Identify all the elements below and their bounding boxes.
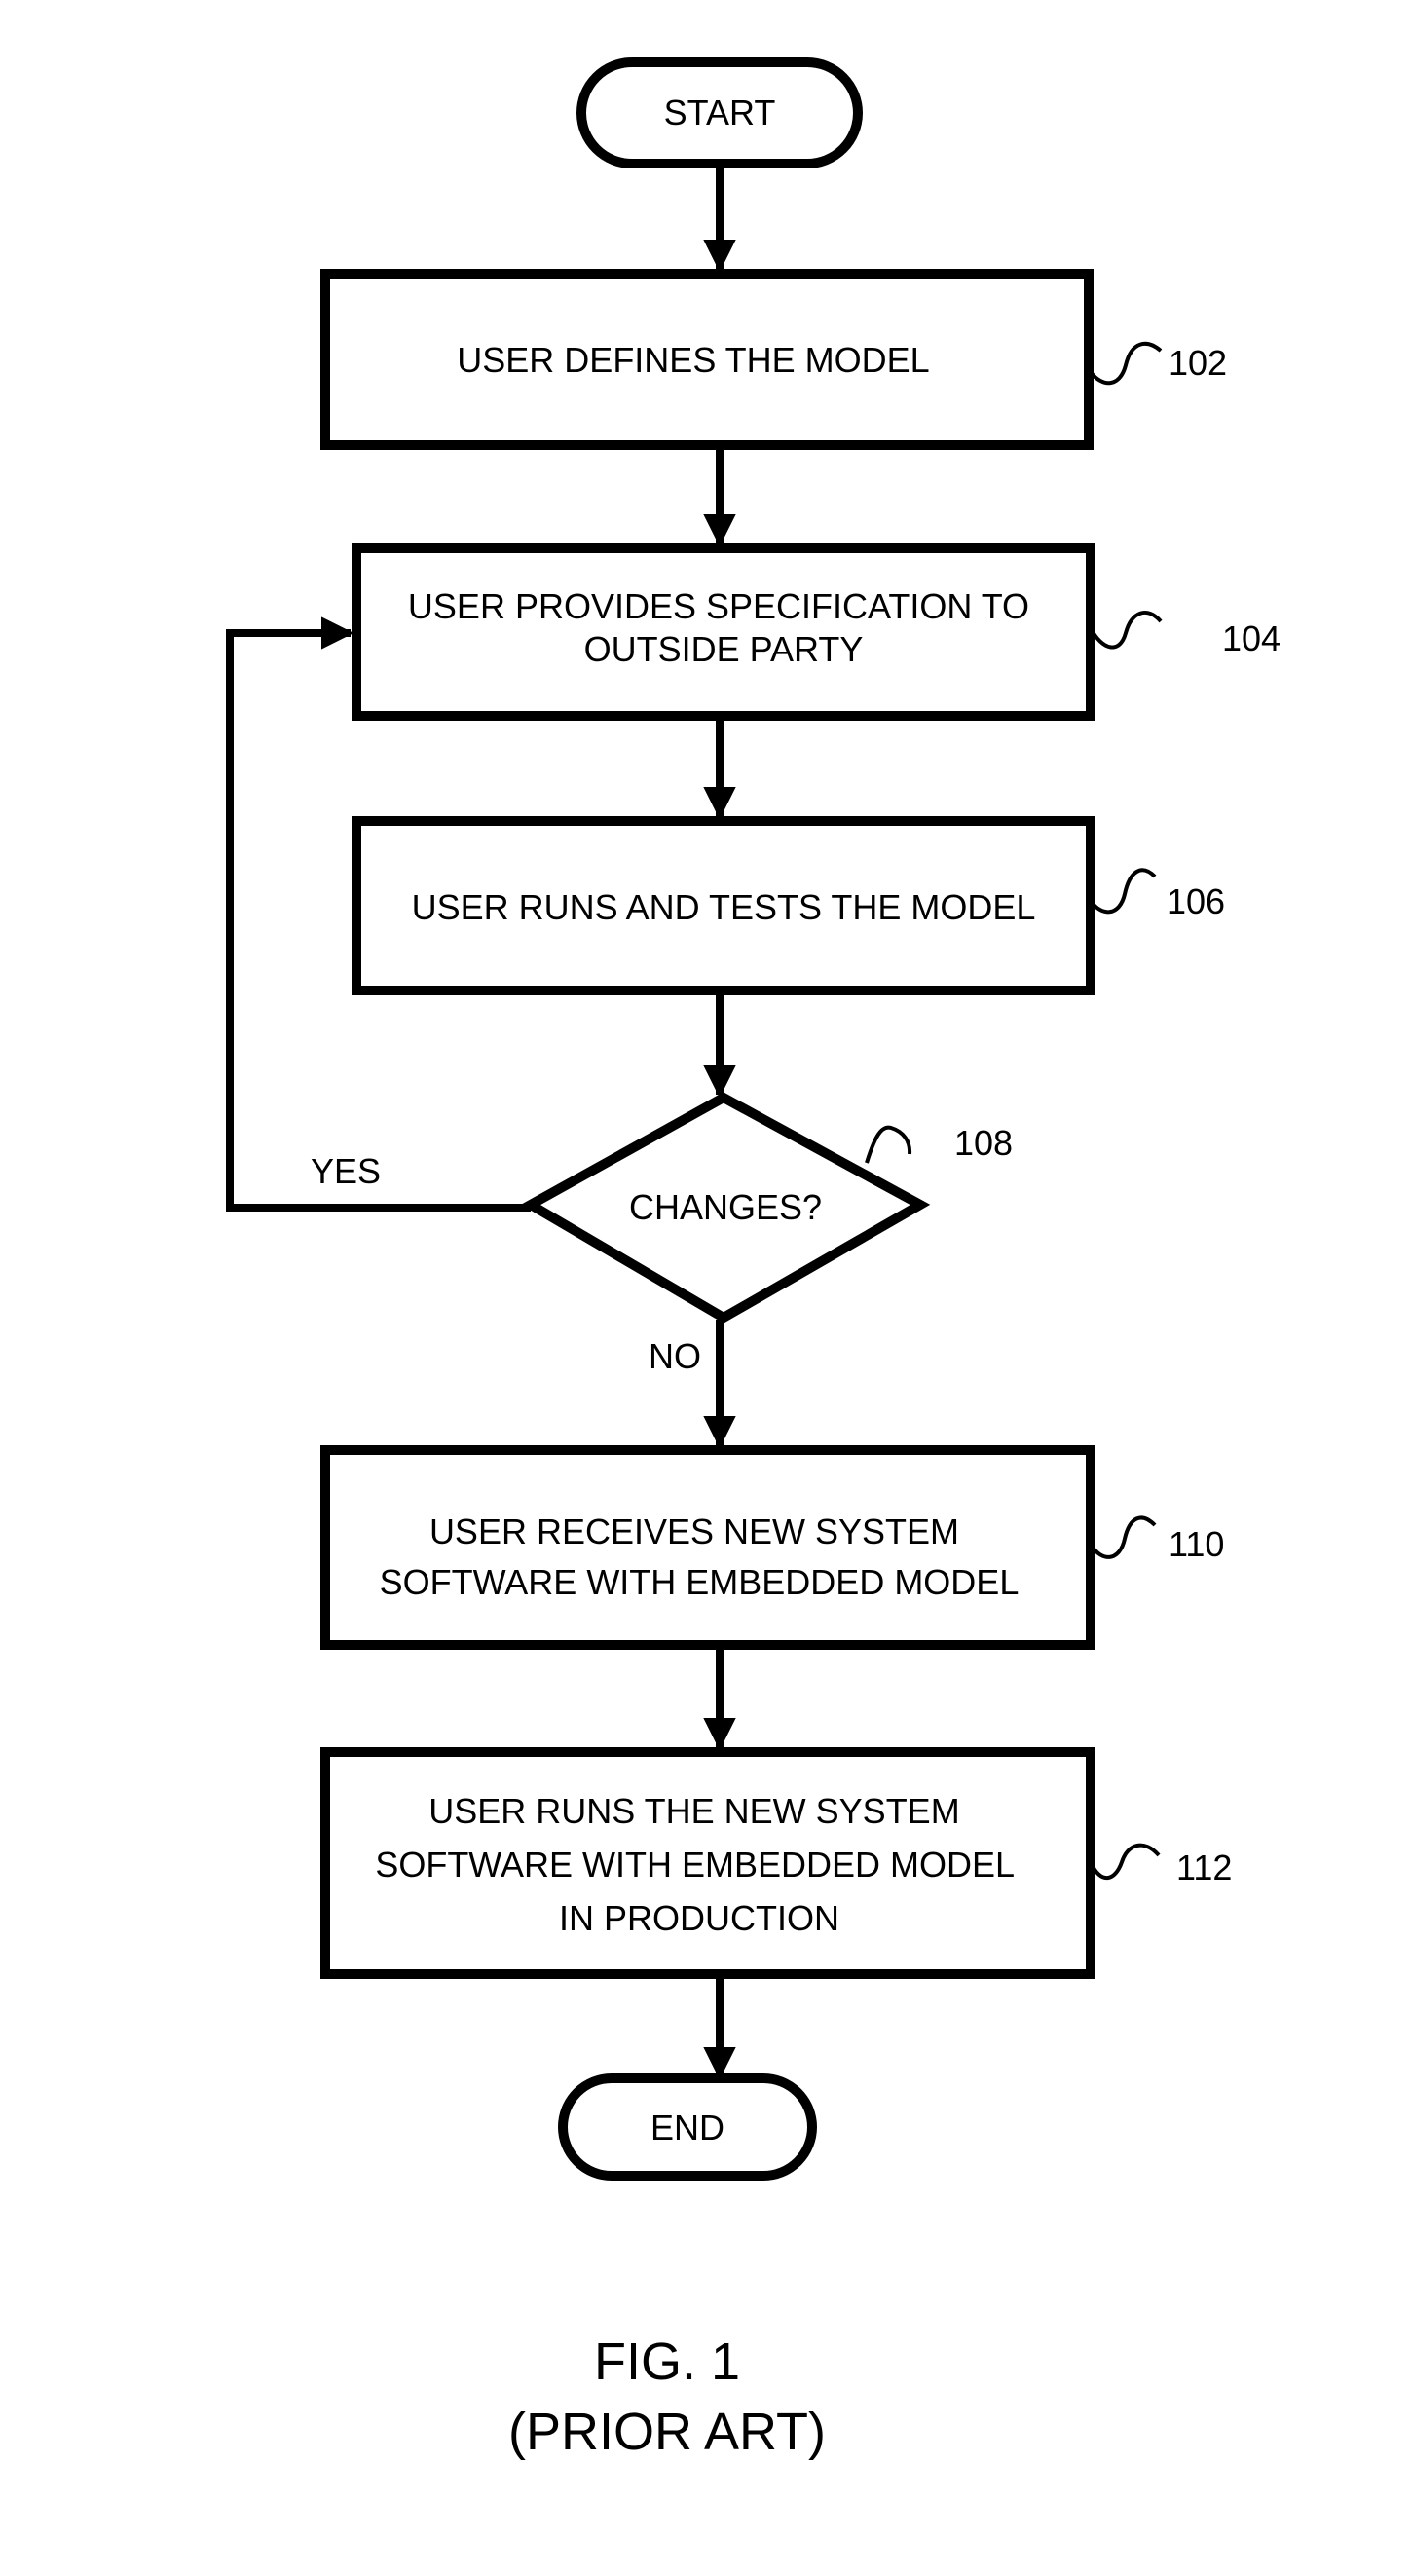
- step-110-line-1: USER RECEIVES NEW SYSTEM: [429, 1512, 959, 1551]
- leader-108: [865, 1125, 912, 1164]
- ref-106: 106: [1167, 881, 1225, 921]
- step-106-text: USER RUNS AND TESTS THE MODEL: [412, 887, 1036, 927]
- ref-104: 104: [1222, 618, 1281, 658]
- figure-note: (PRIOR ART): [508, 2403, 826, 2461]
- leader-112: [1089, 1843, 1161, 1881]
- step-102: USER DEFINES THE MODEL 102: [320, 269, 1227, 450]
- leader-104: [1089, 610, 1163, 650]
- leader-102: [1089, 341, 1163, 386]
- ref-110: 110: [1169, 1524, 1224, 1564]
- leader-106: [1089, 868, 1157, 915]
- decision-label: CHANGES?: [629, 1187, 822, 1227]
- step-104-line-2: OUTSIDE PARTY: [584, 629, 864, 669]
- no-label: NO: [649, 1336, 701, 1376]
- step-112: USER RUNS THE NEW SYSTEM SOFTWARE WITH E…: [320, 1747, 1232, 1979]
- end-terminator: END: [558, 2073, 817, 2181]
- step-112-line-2: SOFTWARE WITH EMBEDDED MODEL: [375, 1845, 1014, 1885]
- step-112-line-3: IN PRODUCTION: [559, 1898, 839, 1938]
- step-104-line-1: USER PROVIDES SPECIFICATION TO: [408, 586, 1029, 626]
- step-106-line-1: USER RUNS AND TESTS THE MODEL: [412, 887, 1036, 927]
- step-102-line-1: USER DEFINES THE MODEL: [457, 340, 929, 380]
- yes-label: YES: [311, 1151, 381, 1191]
- step-102-text: USER DEFINES THE MODEL: [457, 340, 929, 380]
- end-label: END: [650, 2108, 724, 2147]
- step-110-line-2: SOFTWARE WITH EMBEDDED MODEL: [380, 1562, 1020, 1602]
- decision-108: CHANGES? 108 YES NO: [311, 1092, 1013, 1376]
- ref-112: 112: [1176, 1848, 1232, 1887]
- ref-102: 102: [1169, 343, 1227, 383]
- leader-110: [1089, 1515, 1157, 1559]
- step-110: USER RECEIVES NEW SYSTEM SOFTWARE WITH E…: [320, 1445, 1224, 1650]
- figure-number: FIG. 1: [594, 2333, 740, 2391]
- ref-108: 108: [954, 1123, 1013, 1163]
- step-104: USER PROVIDES SPECIFICATION TO OUTSIDE P…: [352, 543, 1281, 721]
- start-terminator: START: [576, 57, 863, 168]
- start-label: START: [664, 93, 776, 132]
- step-112-line-1: USER RUNS THE NEW SYSTEM: [428, 1791, 959, 1831]
- flowchart: START USER DEFINES THE MODEL 102 USER PR…: [226, 57, 1281, 2461]
- step-106: USER RUNS AND TESTS THE MODEL 106: [352, 816, 1225, 995]
